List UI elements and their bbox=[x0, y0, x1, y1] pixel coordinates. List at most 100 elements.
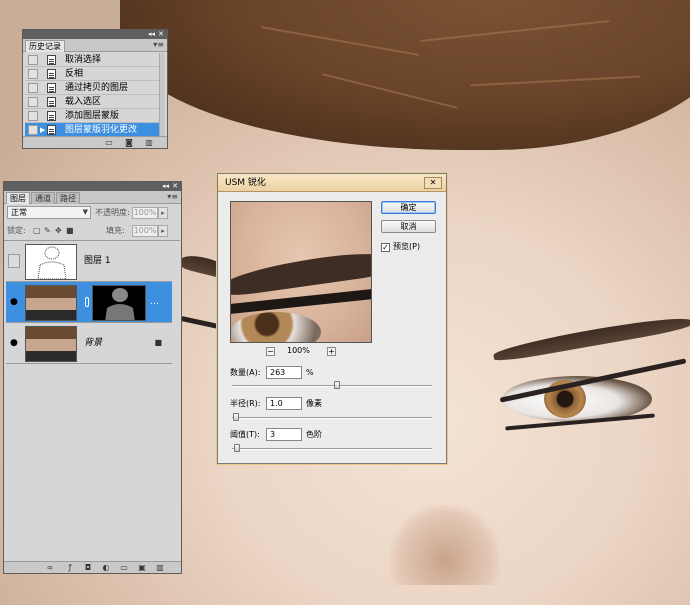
history-item-label: 载入选区 bbox=[65, 97, 102, 107]
amount-slider-knob[interactable] bbox=[334, 381, 340, 389]
layers-panel: ◂◂ ✕ 图层 通道 路径 ▾≡ 正常 ▼ 不透明度: 100% ▸ 锁定: ▢… bbox=[3, 181, 182, 574]
usm-sharpen-dialog: USM 锐化 ✕ − 100% + 确定 取消 ✓ 预览(P) 数量(A): 2… bbox=[217, 173, 447, 464]
mask-silhouette-icon bbox=[105, 288, 135, 320]
opacity-label: 不透明度: bbox=[95, 208, 130, 217]
history-state-icon bbox=[47, 83, 56, 93]
collapse-icon[interactable]: ◂◂ bbox=[162, 182, 169, 191]
radius-input[interactable]: 1.0 bbox=[266, 397, 302, 410]
layer-row[interactable]: ● 背景 ■ bbox=[6, 323, 172, 364]
amount-input[interactable]: 263 bbox=[266, 366, 302, 379]
fill-label: 填充: bbox=[106, 226, 125, 235]
history-panel: ◂◂ ✕ 历史记录 ▾≡ 取消选择 反相 通过拷贝的图层 载入选区 添加图层蒙版… bbox=[22, 29, 168, 149]
layer-thumbnail[interactable] bbox=[25, 244, 77, 280]
close-icon[interactable]: ✕ bbox=[158, 30, 164, 39]
dialog-titlebar[interactable]: USM 锐化 ✕ bbox=[218, 174, 446, 192]
radius-slider[interactable] bbox=[232, 413, 432, 421]
lock-image-icon[interactable]: ✎ bbox=[44, 227, 52, 235]
new-document-from-state-icon[interactable]: ▭ bbox=[105, 139, 113, 147]
fill-slider-toggle[interactable]: ▸ bbox=[158, 225, 168, 237]
layers-titlebar[interactable]: ◂◂ ✕ bbox=[4, 182, 181, 191]
history-titlebar[interactable]: ◂◂ ✕ bbox=[23, 30, 167, 39]
lock-position-icon[interactable]: ✥ bbox=[55, 227, 63, 235]
nose-region bbox=[390, 505, 500, 585]
history-item[interactable]: 载入选区 bbox=[25, 95, 161, 109]
layers-tab-row: 图层 通道 路径 ▾≡ bbox=[4, 191, 181, 204]
new-group-icon[interactable]: ▭ bbox=[120, 564, 128, 572]
layer-mask-thumbnail[interactable] bbox=[92, 285, 146, 321]
eye-icon[interactable]: ● bbox=[10, 336, 18, 350]
new-snapshot-icon[interactable]: ◙ bbox=[125, 139, 133, 147]
radius-label: 半径(R): bbox=[230, 399, 261, 408]
link-layers-icon[interactable]: ∞ bbox=[46, 564, 54, 572]
tab-history[interactable]: 历史记录 bbox=[25, 40, 65, 52]
history-item[interactable]: 取消选择 bbox=[25, 53, 161, 67]
fill-input[interactable]: 100% bbox=[132, 225, 158, 237]
blend-mode-select[interactable]: 正常 ▼ bbox=[7, 206, 91, 219]
amount-unit: % bbox=[306, 368, 314, 377]
history-source-checkbox[interactable] bbox=[28, 97, 38, 107]
zoom-out-button[interactable]: − bbox=[266, 347, 275, 356]
radius-unit: 像素 bbox=[306, 399, 322, 408]
history-source-checkbox[interactable] bbox=[28, 83, 38, 93]
collapse-icon[interactable]: ◂◂ bbox=[148, 30, 155, 39]
threshold-slider-knob[interactable] bbox=[234, 444, 240, 452]
layer-thumbnail[interactable] bbox=[25, 326, 77, 362]
layer-thumbnail[interactable] bbox=[25, 285, 77, 321]
panel-menu-icon[interactable]: ▾≡ bbox=[167, 192, 178, 201]
opacity-slider-toggle[interactable]: ▸ bbox=[158, 207, 168, 219]
preview-window[interactable] bbox=[230, 201, 372, 343]
play-icon: ▶ bbox=[40, 126, 46, 134]
layer-row-selected[interactable]: ● … bbox=[6, 282, 172, 323]
history-source-checkbox[interactable] bbox=[28, 55, 38, 65]
ok-button[interactable]: 确定 bbox=[381, 201, 436, 214]
preview-label: 预览(P) bbox=[393, 242, 421, 251]
mask-sketch-icon bbox=[37, 246, 67, 279]
adjustment-layer-icon[interactable]: ◐ bbox=[102, 564, 110, 572]
history-source-checkbox[interactable] bbox=[28, 125, 38, 135]
lock-icon: ■ bbox=[154, 338, 162, 347]
zoom-level: 100% bbox=[287, 346, 310, 355]
zoom-in-button[interactable]: + bbox=[327, 347, 336, 356]
history-state-icon bbox=[47, 111, 56, 121]
eye-icon[interactable]: ● bbox=[10, 295, 18, 309]
history-item-selected[interactable]: ▶ 图层蒙版羽化更改 bbox=[25, 123, 161, 137]
history-item[interactable]: 通过拷贝的图层 bbox=[25, 81, 161, 95]
lock-transparent-icon[interactable]: ▢ bbox=[33, 227, 41, 235]
delete-layer-icon[interactable]: ▥ bbox=[156, 564, 164, 572]
layer-name[interactable]: 背景 bbox=[84, 336, 102, 350]
cancel-button[interactable]: 取消 bbox=[381, 220, 436, 233]
new-layer-icon[interactable]: ▣ bbox=[138, 564, 146, 572]
threshold-input[interactable]: 3 bbox=[266, 428, 302, 441]
history-item[interactable]: 添加图层蒙版 bbox=[25, 109, 161, 123]
preview-checkbox[interactable]: ✓ bbox=[381, 243, 390, 252]
link-icon[interactable] bbox=[85, 297, 89, 307]
lock-fill-row: 锁定: ▢ ✎ ✥ ■ 填充: 100% ▸ bbox=[7, 224, 178, 238]
layer-style-icon[interactable]: ƒ bbox=[66, 564, 74, 572]
visibility-toggle[interactable] bbox=[8, 254, 20, 268]
radius-slider-knob[interactable] bbox=[233, 413, 239, 421]
lock-all-icon[interactable]: ■ bbox=[66, 227, 74, 235]
layer-row[interactable]: 图层 1 bbox=[6, 241, 172, 282]
history-state-icon bbox=[47, 55, 56, 65]
panel-menu-icon[interactable]: ▾≡ bbox=[153, 40, 164, 49]
opacity-input[interactable]: 100% bbox=[132, 207, 158, 219]
add-mask-icon[interactable]: ◘ bbox=[84, 564, 92, 572]
history-item-label: 图层蒙版羽化更改 bbox=[65, 125, 138, 135]
tab-paths[interactable]: 路径 bbox=[56, 192, 80, 204]
lock-label: 锁定: bbox=[7, 226, 26, 235]
threshold-slider[interactable] bbox=[232, 444, 432, 452]
history-item[interactable]: 反相 bbox=[25, 67, 161, 81]
history-source-checkbox[interactable] bbox=[28, 111, 38, 121]
history-scrollbar[interactable] bbox=[159, 53, 165, 137]
amount-slider[interactable] bbox=[232, 381, 432, 389]
close-icon[interactable]: ✕ bbox=[424, 177, 442, 189]
history-source-checkbox[interactable] bbox=[28, 69, 38, 79]
delete-state-icon[interactable]: ▥ bbox=[145, 139, 153, 147]
close-icon[interactable]: ✕ bbox=[172, 182, 178, 191]
tab-layers[interactable]: 图层 bbox=[6, 192, 30, 204]
layer-more-icon[interactable]: … bbox=[150, 295, 159, 309]
tab-channels[interactable]: 通道 bbox=[31, 192, 55, 204]
history-item-label: 添加图层蒙版 bbox=[65, 111, 120, 121]
dialog-title: USM 锐化 bbox=[225, 178, 266, 188]
layer-name[interactable]: 图层 1 bbox=[84, 254, 111, 268]
